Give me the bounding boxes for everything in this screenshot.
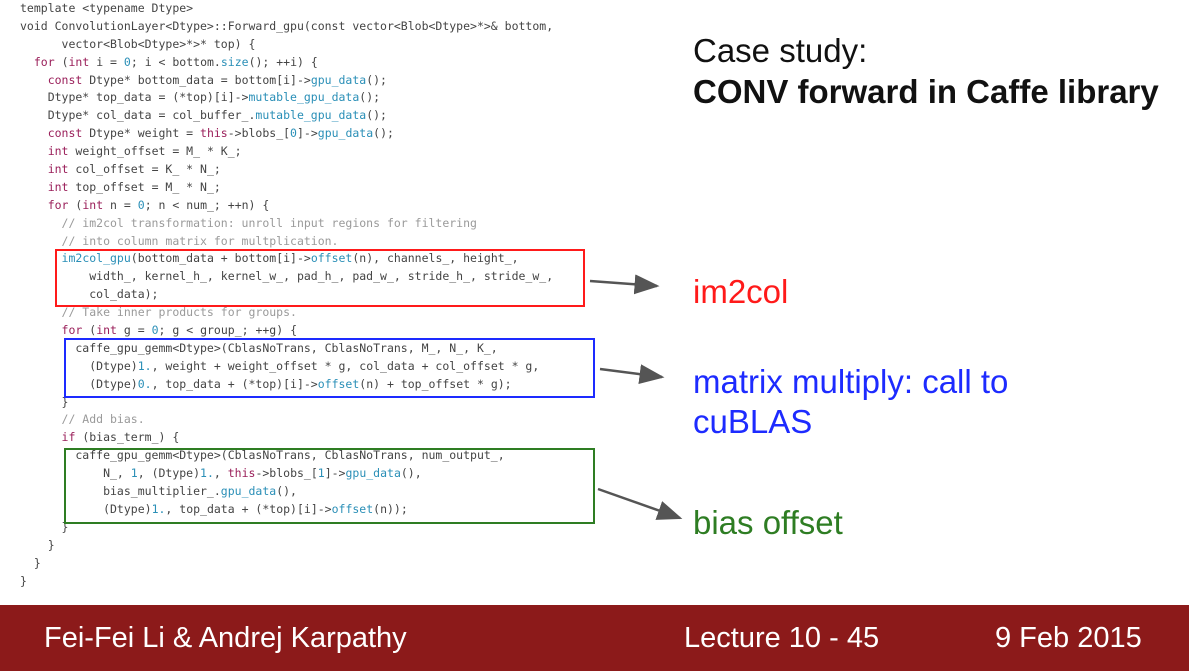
im2col-arrow (589, 274, 660, 295)
code-line: int top_offset = M_ * N_; (47, 179, 221, 194)
slide-title: Case study: CONV forward in Caffe librar… (693, 30, 1163, 112)
code-line: Dtype* col_data = col_buffer_.mutable_gp… (20, 108, 387, 123)
bias-offset-label: bias offset (693, 504, 843, 541)
code-line: for (int i = 0; i < bottom.size(); ++i) … (33, 54, 318, 69)
gemm-highlight-box (64, 338, 595, 398)
title-line-2: CONV forward in Caffe library (693, 73, 1159, 110)
code-line: // into column matrix for multplication. (20, 233, 339, 248)
code-line: } (20, 555, 41, 570)
matrix-multiply-label: matrix multiply: call to cuBLAS (693, 363, 1009, 440)
code-line: template <typename Dtype> (20, 1, 194, 15)
title-line-1: Case study: (693, 32, 868, 69)
code-line: void ConvolutionLayer<Dtype>::Forward_gp… (20, 18, 554, 33)
code-line: Dtype* top_data = (*top)[i]->mutable_gpu… (20, 90, 381, 105)
bias-highlight-box (64, 448, 595, 524)
code-line: } (20, 573, 27, 588)
code-line: vector<Blob<Dtype>*>* top) { (20, 36, 256, 51)
footer-date: 9 Feb 2015 (995, 622, 1142, 654)
code-line: // im2col transformation: unroll input r… (20, 215, 477, 230)
im2col-highlight-box (55, 249, 585, 307)
code-line: // Add bias. (20, 412, 145, 427)
code-line: if (bias_term_) { (61, 430, 180, 445)
gemm-arrow (599, 364, 665, 385)
code-line: int weight_offset = M_ * K_; (47, 144, 242, 159)
im2col-label: im2col (693, 273, 789, 310)
code-line: } (20, 537, 55, 552)
code-line: for (int n = 0; n < num_; ++n) { (47, 197, 270, 212)
code-line: const Dtype* weight = this->blobs_[0]->g… (47, 126, 394, 141)
code-line: int col_offset = K_ * N_; (47, 162, 221, 177)
footer-authors: Fei-Fei Li & Andrej Karpathy (44, 622, 407, 654)
footer-bar: Fei-Fei Li & Andrej Karpathy Lecture 10 … (0, 605, 1189, 671)
footer-lecture: Lecture 10 - 45 (684, 622, 880, 654)
slide: template <typename Dtype> void Convolutio… (0, 0, 1189, 671)
bias-arrow (597, 487, 683, 520)
code-line: const Dtype* bottom_data = bottom[i]->gp… (47, 72, 387, 87)
